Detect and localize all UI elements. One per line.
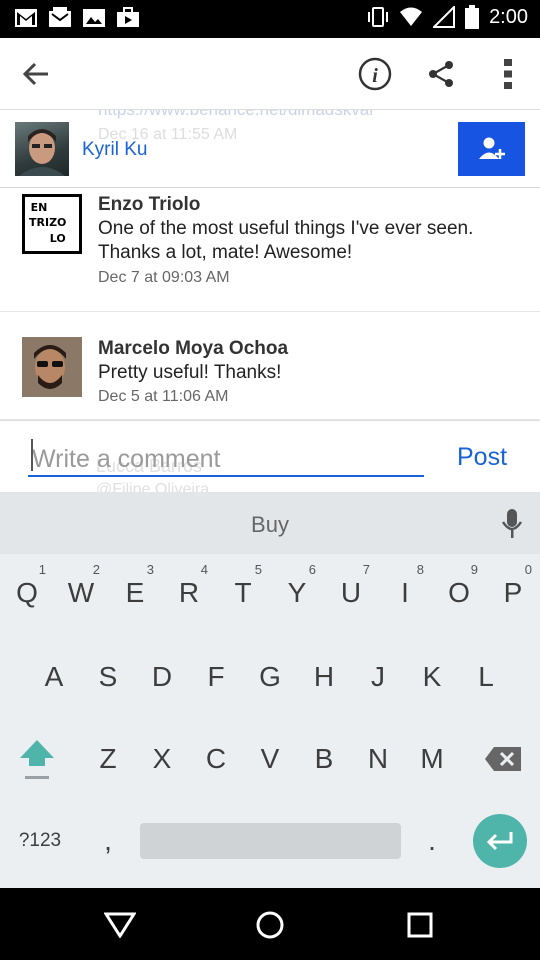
key-m[interactable]: M [405,724,459,794]
suggestion-word[interactable]: Buy [0,512,540,538]
navigation-bar [0,888,540,960]
key-f[interactable]: F [189,642,243,712]
return-arrow-icon [486,832,513,851]
toolbar: i [0,38,540,110]
key-b[interactable]: B [297,724,351,794]
key-g[interactable]: G [243,642,297,712]
author-name[interactable]: Kyril Ku [82,139,147,161]
overflow-menu-icon[interactable] [490,56,526,92]
comment-text: Pretty useful! Thanks! [98,362,282,383]
soft-keyboard: Buy Q1 W2 E3 R4 T5 Y6 U7 I8 O9 P0 A S D … [0,492,540,888]
gmail-icon [15,9,37,27]
recents-square-icon[interactable] [403,908,437,942]
key-k[interactable]: K [405,642,459,712]
key-u[interactable]: U7 [324,558,378,628]
avatar[interactable] [22,337,82,397]
key-z[interactable]: Z [81,724,135,794]
key-a[interactable]: A [27,642,81,712]
battery-icon [465,5,480,29]
photos-icon [83,9,105,27]
enter-key[interactable] [473,814,527,868]
share-icon[interactable] [423,56,459,92]
comment-author[interactable]: Enzo Triolo [98,194,200,216]
microphone-icon[interactable] [500,508,524,540]
key-l[interactable]: L [459,642,513,712]
key-j[interactable]: J [351,642,405,712]
key-c[interactable]: C [189,724,243,794]
post-button[interactable]: Post [457,443,507,472]
key-v[interactable]: V [243,724,297,794]
key-d[interactable]: D [135,642,189,712]
behind-url: https://www.behance.net/dimadskvar [98,110,375,120]
follow-button[interactable] [458,122,525,176]
status-bar: 2:00 [0,0,540,38]
author-bar: https://www.behance.net/dimadskvar Dec 1… [0,110,540,188]
key-w[interactable]: W2 [54,558,108,628]
key-p[interactable]: P0 [486,558,540,628]
backspace-key[interactable] [476,724,530,794]
info-icon[interactable]: i [357,56,393,92]
key-h[interactable]: H [297,642,351,712]
key-n[interactable]: N [351,724,405,794]
backspace-icon [485,747,521,771]
svg-text:i: i [372,65,378,87]
comment-composer: Lucca Barros @Filipe Oliveira Post [0,420,540,492]
key-t[interactable]: T5 [216,558,270,628]
list-item: EN TRI ZO LO Enzo Triolo One of the most … [0,189,540,312]
shift-key[interactable] [10,724,64,794]
key-e[interactable]: E3 [108,558,162,628]
shift-arrow-icon [20,740,54,779]
text-cursor [31,439,33,471]
wifi-icon [400,7,423,26]
comment-author[interactable]: Marcelo Moya Ochoa [98,338,288,360]
comma-key[interactable]: , [81,806,135,876]
add-user-icon [478,137,505,159]
key-q[interactable]: Q1 [0,558,54,628]
comment-text: One of the most useful things I've ever … [98,218,474,263]
key-o[interactable]: O9 [432,558,486,628]
vibrate-icon [368,7,389,27]
comment-date: Dec 7 at 09:03 AM [98,269,230,286]
suggestion-strip: Buy [0,492,540,554]
comment-date: Dec 5 at 11:06 AM [98,388,229,405]
behind-handle: @Filipe Oliveira [96,481,210,492]
avatar[interactable]: EN TRI ZO LO [22,194,82,254]
period-key[interactable]: . [405,806,459,876]
store-icon [117,7,139,27]
clock: 2:00 [489,5,528,28]
signal-icon [433,6,456,28]
inbox-icon [49,7,71,27]
spacebar[interactable] [140,823,401,859]
list-item: Marcelo Moya Ochoa Pretty useful! Thanks… [0,312,540,420]
key-x[interactable]: X [135,724,189,794]
key-r[interactable]: R4 [162,558,216,628]
key-y[interactable]: Y6 [270,558,324,628]
avatar[interactable] [15,122,69,176]
home-circle-icon[interactable] [253,908,287,942]
comment-input[interactable] [28,443,424,477]
back-triangle-icon[interactable] [103,908,137,942]
symbols-key[interactable]: ?123 [13,806,67,876]
back-arrow-icon[interactable] [18,56,54,92]
key-s[interactable]: S [81,642,135,712]
key-i[interactable]: I8 [378,558,432,628]
